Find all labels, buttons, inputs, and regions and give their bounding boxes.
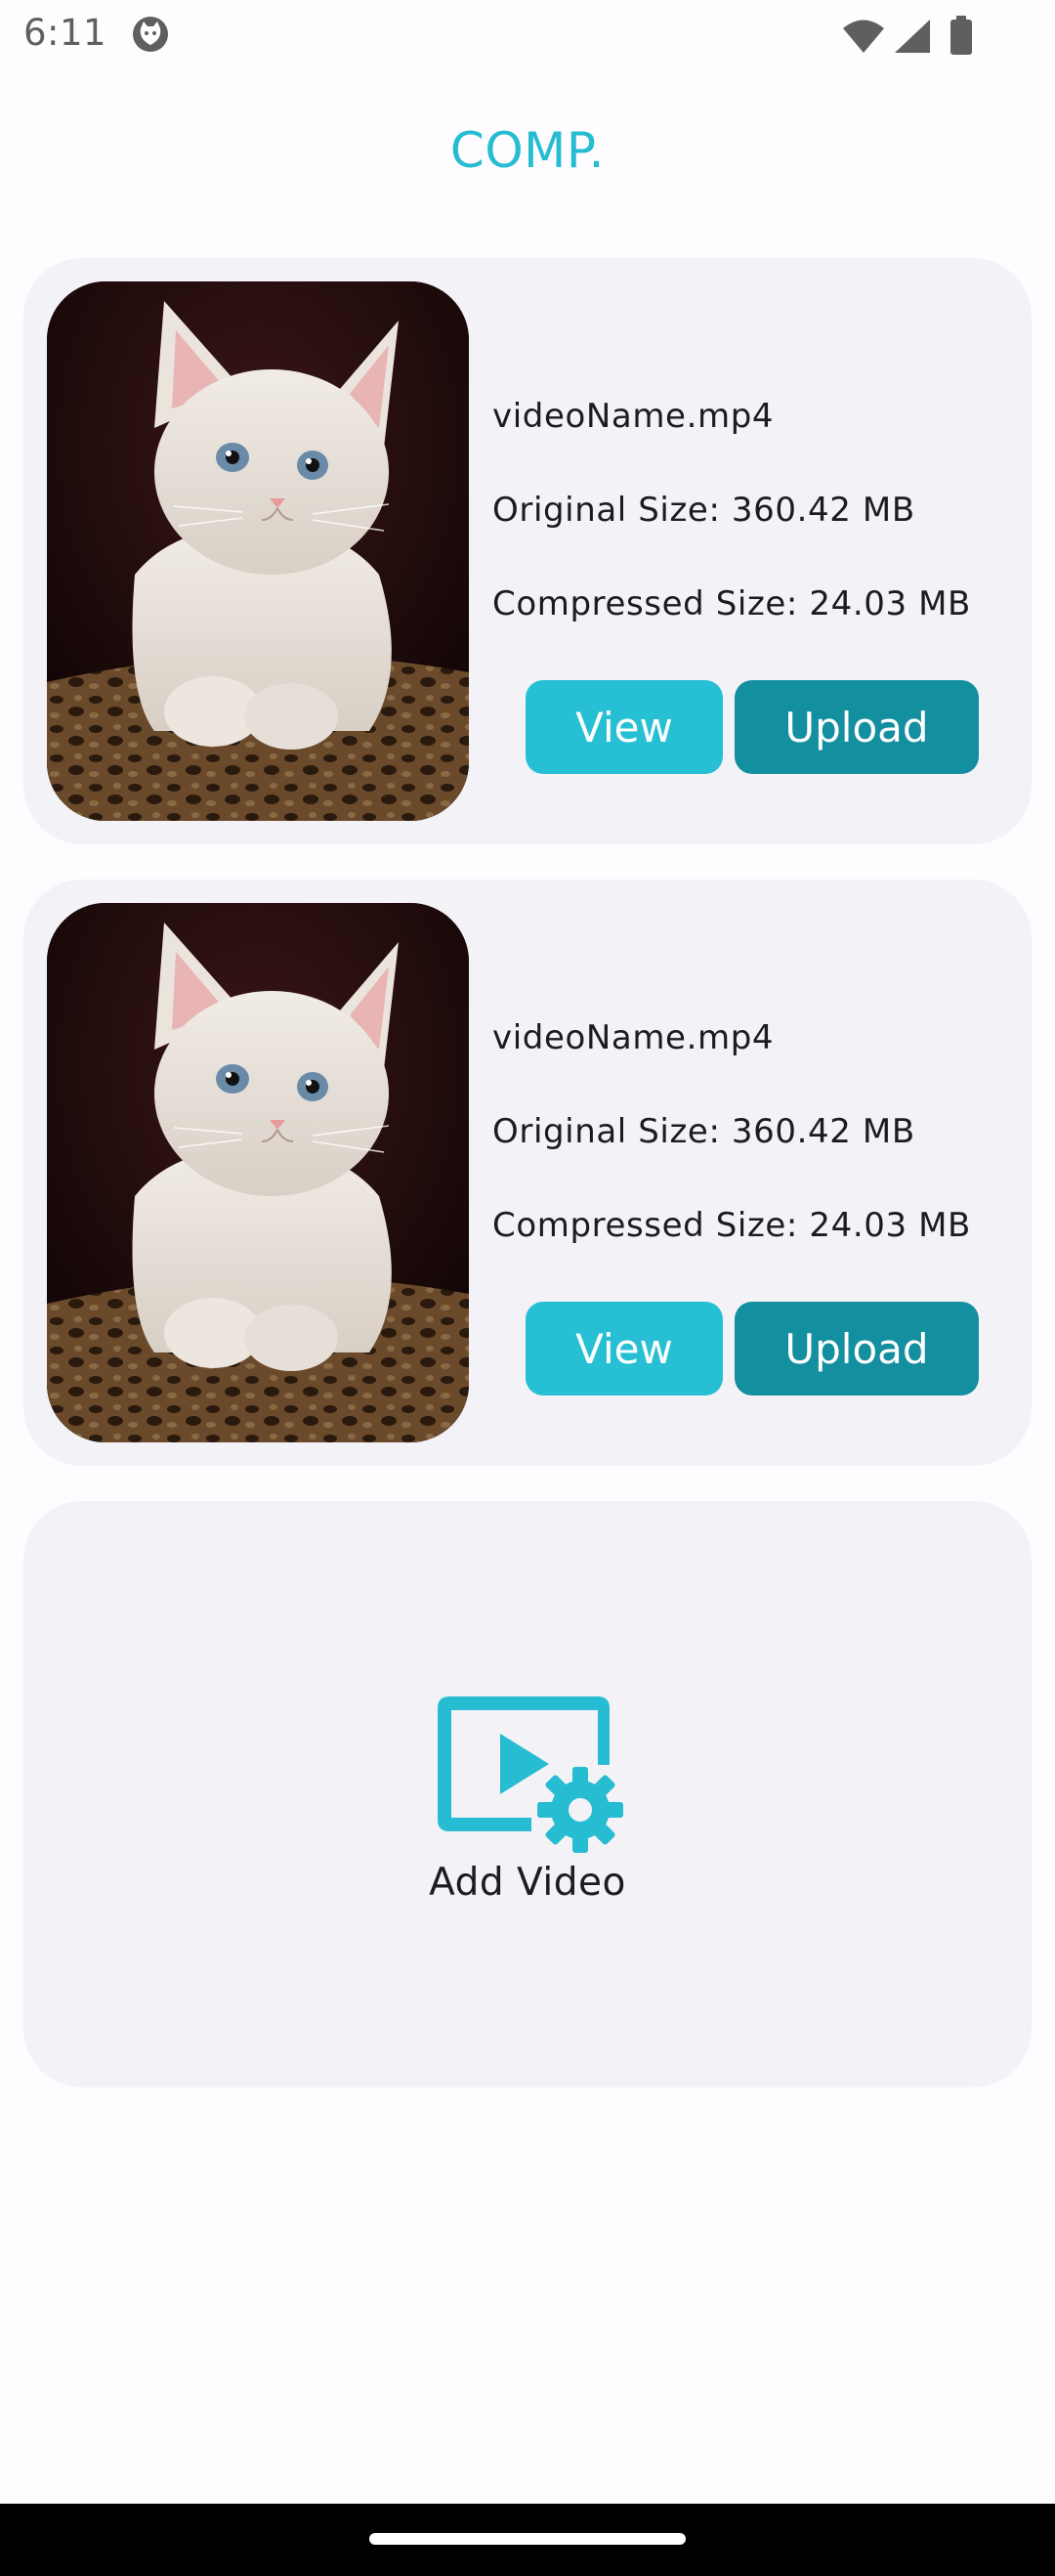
wifi-icon [843, 20, 884, 53]
upload-button[interactable]: Upload [735, 680, 979, 774]
app-title: COMP. [449, 122, 606, 179]
original-size: Original Size: 360.42 MB [492, 1112, 915, 1151]
video-info: videoName.mp4 Original Size: 360.42 MB C… [492, 880, 1020, 1466]
status-time: 6:11 [23, 12, 107, 54]
cat-notification-icon [133, 17, 168, 52]
video-thumbnail[interactable] [47, 281, 469, 821]
compressed-size: Compressed Size: 24.03 MB [492, 584, 971, 623]
view-button[interactable]: View [526, 680, 723, 774]
kitten-image [47, 281, 469, 821]
video-name: videoName.mp4 [492, 397, 775, 436]
video-card: videoName.mp4 Original Size: 360.42 MB C… [23, 258, 1032, 844]
add-video-label: Add Video [429, 1861, 626, 1905]
video-settings-icon [438, 1696, 623, 1853]
navigation-bar [0, 2504, 1055, 2576]
upload-button[interactable]: Upload [735, 1302, 979, 1395]
signal-icon [895, 20, 930, 53]
compressed-size: Compressed Size: 24.03 MB [492, 1206, 971, 1245]
original-size: Original Size: 360.42 MB [492, 491, 915, 530]
status-bar: 6:11 [0, 0, 1055, 70]
kitten-image [47, 903, 469, 1442]
add-video-card[interactable]: Add Video [23, 1501, 1032, 2087]
video-card: videoName.mp4 Original Size: 360.42 MB C… [23, 880, 1032, 1466]
home-indicator[interactable] [369, 2533, 686, 2545]
video-name: videoName.mp4 [492, 1018, 775, 1057]
video-thumbnail[interactable] [47, 903, 469, 1442]
video-info: videoName.mp4 Original Size: 360.42 MB C… [492, 258, 1020, 844]
view-button[interactable]: View [526, 1302, 723, 1395]
battery-icon [950, 16, 972, 55]
